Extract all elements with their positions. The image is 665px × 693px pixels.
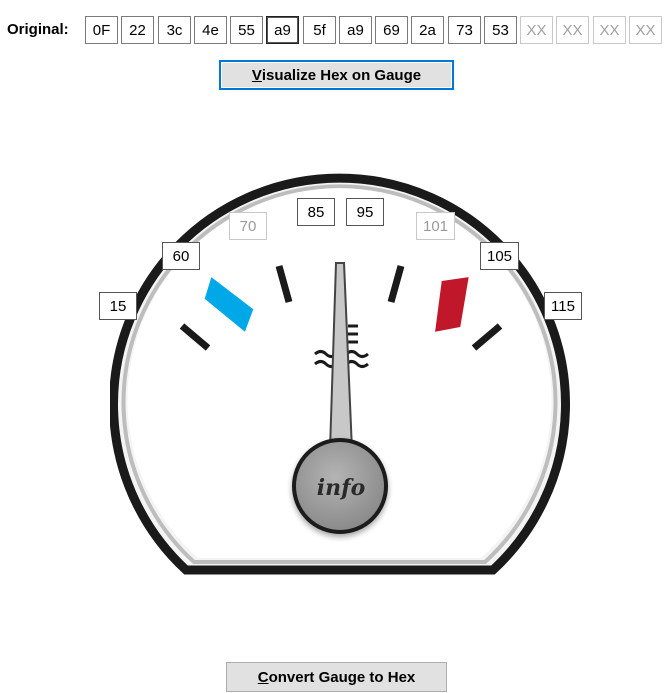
hex-cell-1[interactable]: 0F — [85, 16, 118, 44]
convert-accel: C — [257, 668, 269, 686]
hex-cell-5[interactable]: 55 — [230, 16, 263, 44]
gauge-graphic: info — [110, 173, 570, 575]
tick-label-105: 105 — [480, 242, 520, 270]
hub-info-label: info — [317, 475, 366, 501]
hex-input-row: Original: 0F 22 3c 4e 55 a9 5f a9 69 2a … — [0, 0, 665, 60]
tick-label-85: 85 — [297, 198, 335, 226]
hex-cell-12[interactable]: 53 — [484, 16, 517, 44]
hex-cell-7[interactable]: 5f — [303, 16, 336, 44]
convert-label: onvert Gauge to Hex — [268, 668, 416, 686]
tick-label-95: 95 — [346, 198, 384, 226]
hex-cell-9[interactable]: 69 — [375, 16, 408, 44]
hex-cell-16[interactable]: XX — [629, 16, 662, 44]
tick-label-101: 101 — [416, 212, 456, 240]
tick-label-70: 70 — [229, 212, 267, 240]
gauge: info 15 60 70 85 95 101 105 115 — [99, 150, 582, 590]
hex-cell-13[interactable]: XX — [520, 16, 553, 44]
hex-cell-8[interactable]: a9 — [339, 16, 372, 44]
tick-label-60: 60 — [162, 242, 200, 270]
visualize-label: isualize Hex on Gauge — [261, 66, 422, 84]
hex-cell-11[interactable]: 73 — [448, 16, 481, 44]
original-label: Original: — [7, 21, 69, 38]
convert-gauge-button[interactable]: Convert Gauge to Hex — [226, 662, 447, 692]
tick-label-15: 15 — [99, 292, 137, 320]
hex-cell-6[interactable]: a9 — [266, 16, 299, 44]
hex-cell-3[interactable]: 3c — [158, 16, 191, 44]
visualize-accel: V — [251, 66, 262, 84]
hex-cell-4[interactable]: 4e — [194, 16, 227, 44]
hex-cell-2[interactable]: 22 — [121, 16, 154, 44]
hex-cell-14[interactable]: XX — [556, 16, 589, 44]
tick-label-115: 115 — [544, 292, 582, 320]
hex-cell-10[interactable]: 2a — [411, 16, 444, 44]
hex-cell-15[interactable]: XX — [593, 16, 626, 44]
visualize-hex-button[interactable]: Visualize Hex on Gauge — [219, 60, 454, 90]
